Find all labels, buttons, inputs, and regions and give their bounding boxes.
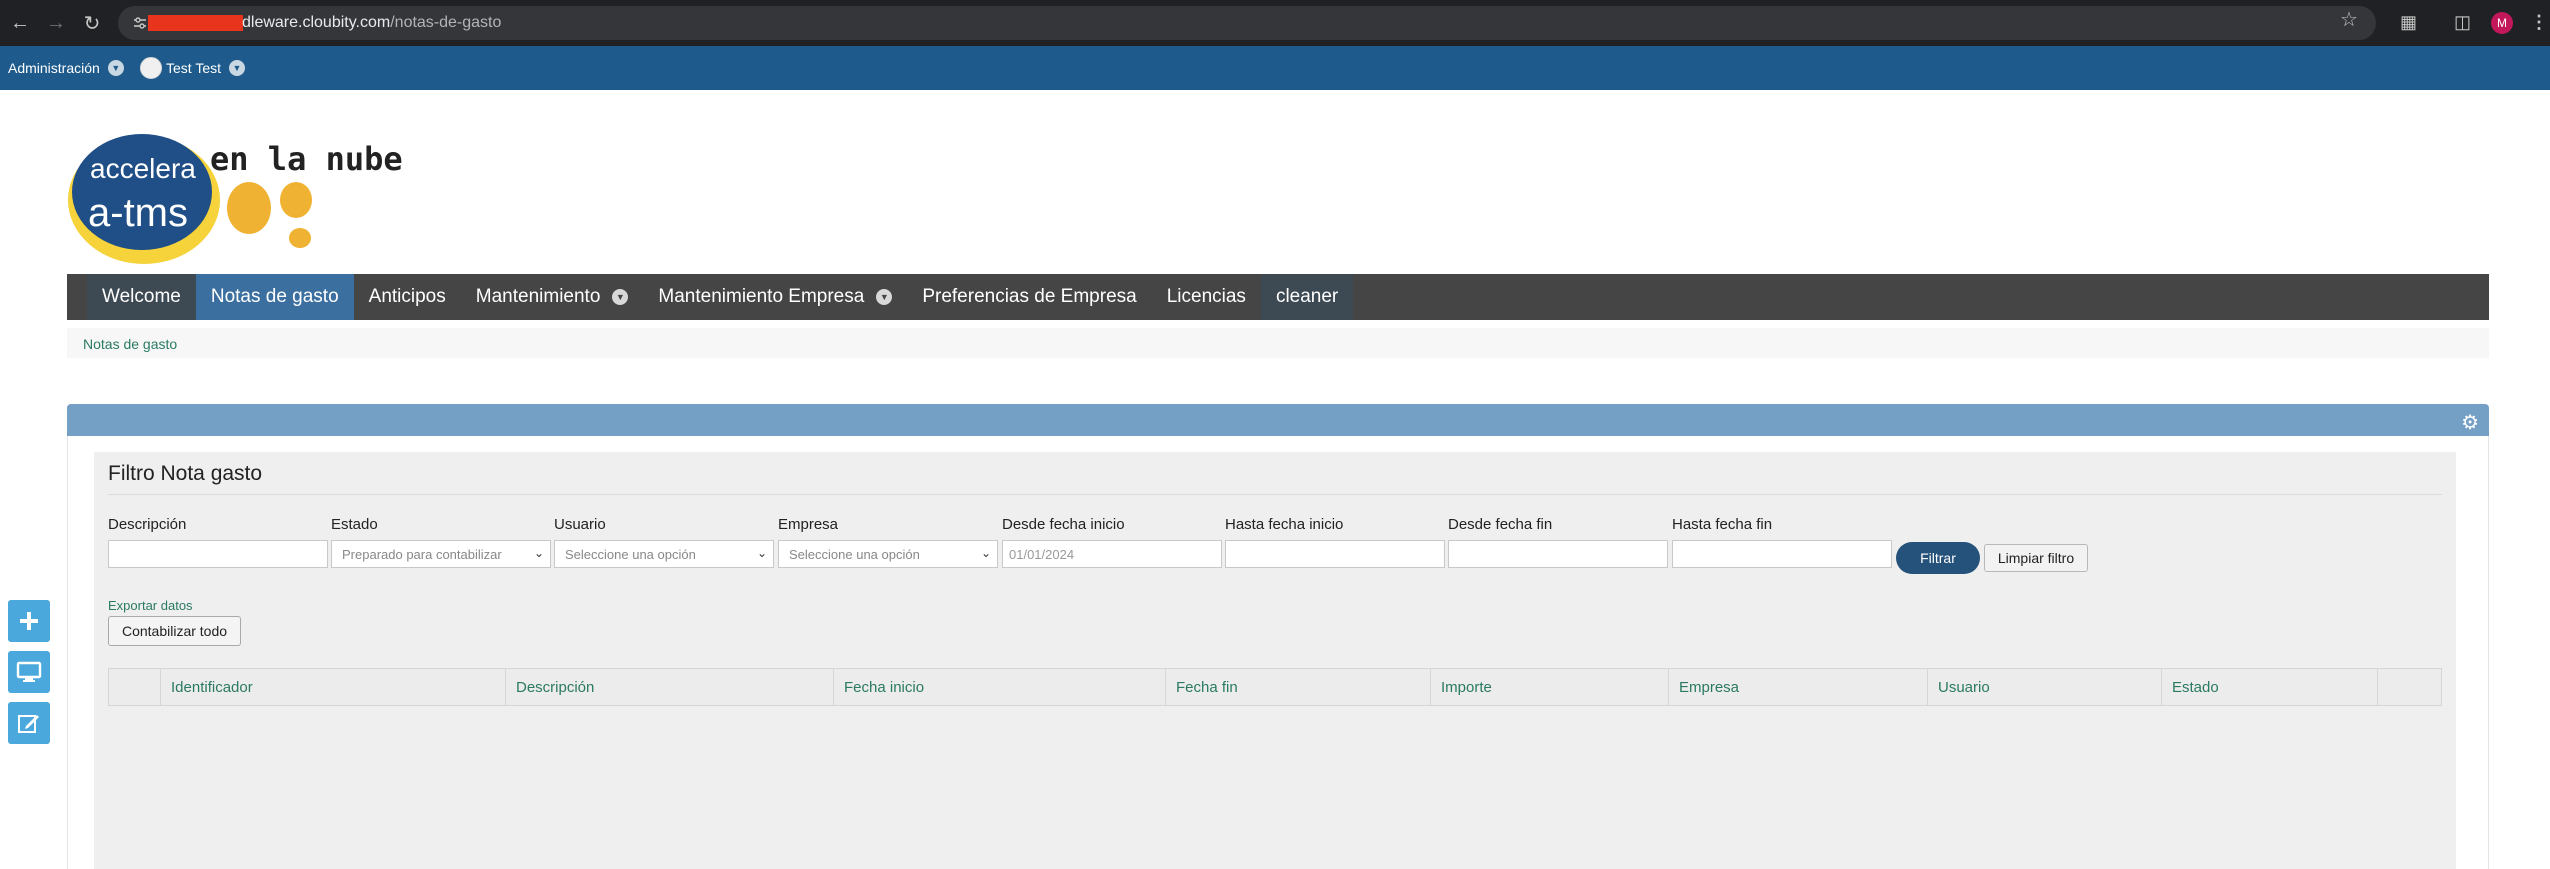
admin-menu-label: Administración xyxy=(8,60,100,76)
sidepanel-icon[interactable]: ◫ xyxy=(2454,12,2471,33)
chevron-down-icon: ▼ xyxy=(876,289,893,305)
accelera-logo[interactable]: accelera a-tms en la nube xyxy=(66,126,436,266)
hasta-fecha-inicio-label: Hasta fecha inicio xyxy=(1225,516,1344,533)
table-header-identificador[interactable]: Identificador xyxy=(161,669,506,705)
table-header-estado[interactable]: Estado xyxy=(2162,669,2378,705)
edit-icon xyxy=(18,715,39,733)
divider xyxy=(108,494,2442,495)
add-button[interactable] xyxy=(8,600,50,642)
profile-avatar[interactable]: M xyxy=(2491,12,2513,34)
filter-title: Filtro Nota gasto xyxy=(108,462,263,485)
panel-header: ⚙ xyxy=(67,404,2489,436)
table-header-fecha-fin[interactable]: Fecha fin xyxy=(1166,669,1431,705)
address-bar[interactable]: dleware.cloubity.com/notas-de-gasto xyxy=(118,6,2376,40)
desde-fecha-fin-input[interactable] xyxy=(1448,540,1668,568)
user-menu-label: Test Test xyxy=(166,60,221,76)
desde-fecha-inicio-input[interactable]: 01/01/2024 xyxy=(1002,540,1222,568)
table-header-descripcion[interactable]: Descripción xyxy=(506,669,834,705)
hasta-fecha-fin-input[interactable] xyxy=(1672,540,1892,568)
user-menu[interactable]: Test Test ▼ xyxy=(140,57,245,79)
breadcrumb-bar: Notas de gasto xyxy=(67,328,2489,358)
table-header-fecha-inicio[interactable]: Fecha inicio xyxy=(834,669,1166,705)
monitor-icon xyxy=(16,661,42,682)
main-nav: Welcome Notas de gasto Anticipos Manteni… xyxy=(67,274,2489,320)
logo-brand-top: accelera xyxy=(90,153,196,184)
logo-brand-bottom: a-tms xyxy=(88,191,188,235)
filter-panel: Filtro Nota gasto Descripción Estado Pre… xyxy=(94,452,2456,869)
exportar-datos-link[interactable]: Exportar datos xyxy=(108,598,193,613)
avatar xyxy=(140,57,162,79)
table-header-actions xyxy=(2378,669,2441,705)
table-header-importe[interactable]: Importe xyxy=(1431,669,1669,705)
back-icon[interactable]: ← xyxy=(6,9,34,37)
hasta-fecha-inicio-input[interactable] xyxy=(1225,540,1445,568)
chevron-down-icon: ▼ xyxy=(107,60,124,76)
url-text: dleware.cloubity.com/notas-de-gasto xyxy=(242,14,502,31)
chevron-down-icon: ▼ xyxy=(612,289,629,305)
browser-toolbar: ← → ↻ dleware.cloubity.com/notas-de-gast… xyxy=(0,0,2550,46)
estado-label: Estado xyxy=(331,516,378,533)
tune-icon[interactable] xyxy=(132,15,148,31)
table-header-empresa[interactable]: Empresa xyxy=(1669,669,1928,705)
empresa-select[interactable]: Seleccione una opción ⌄ xyxy=(778,540,998,568)
desde-fecha-inicio-label: Desde fecha inicio xyxy=(1002,516,1125,533)
nav-item-cleaner[interactable]: cleaner xyxy=(1260,274,1354,320)
forward-icon[interactable]: → xyxy=(42,9,70,37)
nav-item-mantenimiento-empresa[interactable]: Mantenimiento Empresa ▼ xyxy=(643,274,907,320)
usuario-select[interactable]: Seleccione una opción ⌄ xyxy=(554,540,774,568)
nav-item-anticipos[interactable]: Anticipos xyxy=(354,274,461,320)
estado-select[interactable]: Preparado para contabilizar ⌄ xyxy=(331,540,551,568)
nav-item-welcome[interactable]: Welcome xyxy=(87,274,196,320)
logo-tagline: en la nube xyxy=(210,140,403,178)
nav-item-notas-de-gasto[interactable]: Notas de gasto xyxy=(195,274,354,320)
admin-menu[interactable]: Administración ▼ xyxy=(8,60,124,76)
contabilizar-todo-button[interactable]: Contabilizar todo xyxy=(108,616,241,646)
nav-item-licencias[interactable]: Licencias xyxy=(1152,274,1261,320)
menu-icon[interactable]: ⋮ xyxy=(2530,12,2548,33)
chevron-down-icon: ⌄ xyxy=(980,546,991,560)
hasta-fecha-fin-label: Hasta fecha fin xyxy=(1672,516,1773,533)
desde-fecha-fin-label: Desde fecha fin xyxy=(1448,516,1553,533)
view-button[interactable] xyxy=(8,651,50,693)
reload-icon[interactable]: ↻ xyxy=(78,9,106,37)
edit-button[interactable] xyxy=(8,702,50,744)
chevron-down-icon: ⌄ xyxy=(756,546,767,560)
star-icon[interactable]: ☆ xyxy=(2340,7,2358,32)
chevron-down-icon: ▼ xyxy=(229,60,245,76)
table-header-usuario[interactable]: Usuario xyxy=(1928,669,2162,705)
gear-icon[interactable]: ⚙ xyxy=(2461,410,2479,435)
descripcion-input[interactable] xyxy=(108,540,328,568)
app-topbar: Administración ▼ Test Test ▼ xyxy=(0,46,2550,90)
empresa-label: Empresa xyxy=(778,516,839,533)
breadcrumb[interactable]: Notas de gasto xyxy=(83,336,177,352)
chevron-down-icon: ⌄ xyxy=(533,546,544,560)
table-header: Identificador Descripción Fecha inicio F… xyxy=(108,668,2442,706)
limpiar-filtro-button[interactable]: Limpiar filtro xyxy=(1984,544,2088,572)
nav-item-preferencias-de-empresa[interactable]: Preferencias de Empresa xyxy=(907,274,1151,320)
table-header-select xyxy=(109,669,161,705)
redacted-region xyxy=(148,15,243,31)
descripcion-label: Descripción xyxy=(108,516,187,533)
extensions-icon[interactable]: ▦ xyxy=(2400,12,2417,33)
filtrar-button[interactable]: Filtrar xyxy=(1896,542,1980,574)
usuario-label: Usuario xyxy=(554,516,606,533)
plus-icon xyxy=(20,612,38,630)
nav-item-mantenimiento[interactable]: Mantenimiento ▼ xyxy=(461,274,644,320)
